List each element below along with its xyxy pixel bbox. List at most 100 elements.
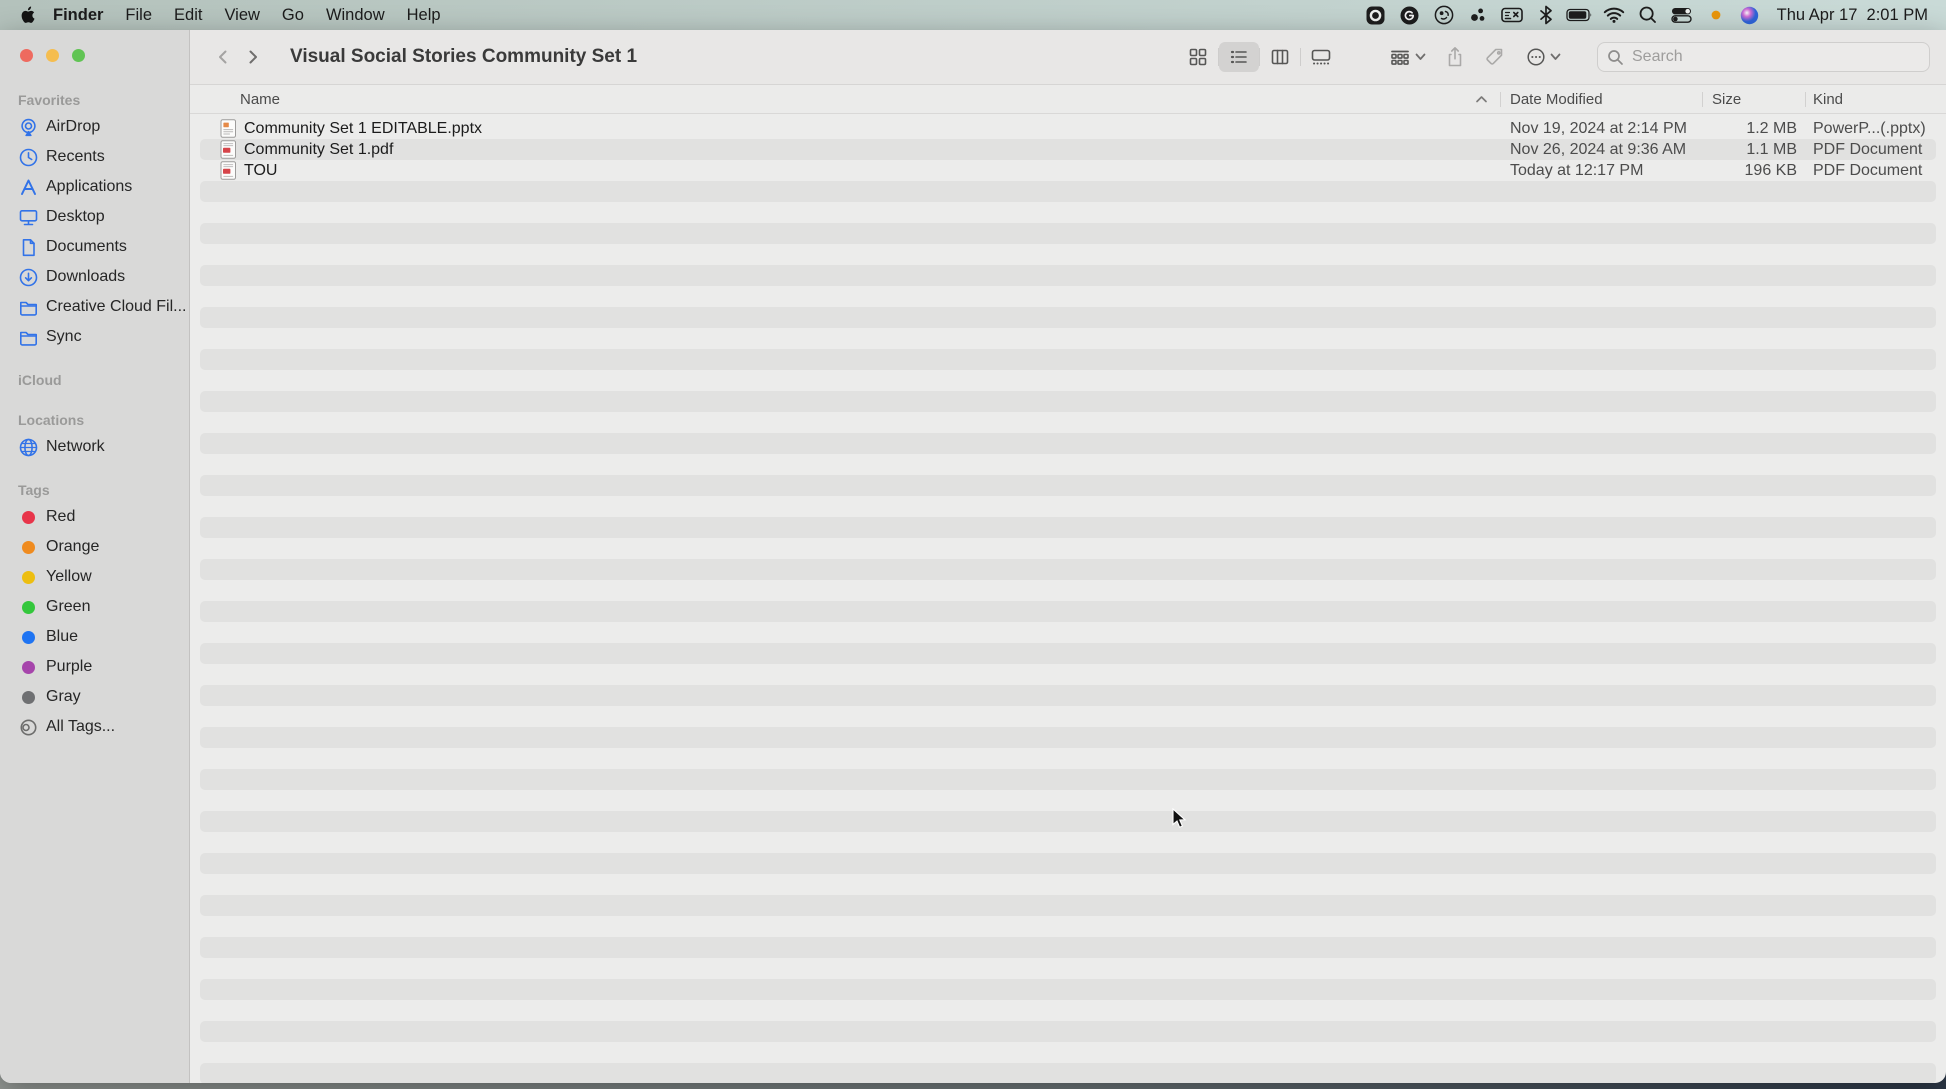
bluetooth-icon[interactable] — [1529, 0, 1563, 30]
window-title: Visual Social Stories Community Set 1 — [290, 46, 638, 67]
file-name: TOU — [244, 161, 278, 179]
file-row[interactable]: TOU Today at 12:17 PM 196 KB PDF Documen… — [200, 160, 1936, 181]
pdf-file-icon — [220, 140, 237, 159]
file-name: Community Set 1 EDITABLE.pptx — [244, 119, 483, 137]
record-stop-icon[interactable] — [1359, 0, 1393, 30]
more-button[interactable] — [1515, 42, 1571, 72]
sidebar-section: Favorites AirDrop Recents Applications D… — [0, 86, 189, 352]
sidebar-item-label: Yellow — [46, 568, 92, 585]
input-source-icon[interactable] — [1495, 0, 1529, 30]
tag-button[interactable] — [1475, 42, 1515, 72]
applications-icon — [18, 177, 39, 198]
sidebar-section: iCloud — [0, 366, 189, 392]
close-button[interactable] — [20, 49, 33, 62]
empty-row — [200, 307, 1936, 328]
zoom-button[interactable] — [72, 49, 85, 62]
menu-finder[interactable]: Finder — [42, 6, 114, 24]
sidebar-item-recents[interactable]: Recents — [0, 142, 189, 172]
sidebar-item-documents[interactable]: Documents — [0, 232, 189, 262]
column-view-button[interactable] — [1260, 42, 1300, 72]
spotlight-icon[interactable] — [1631, 0, 1665, 30]
sidebar-item-network[interactable]: Network — [0, 432, 189, 462]
network-icon — [18, 437, 39, 458]
battery-icon[interactable] — [1563, 0, 1597, 30]
column-header-label: Date Modified — [1510, 90, 1603, 108]
empty-row — [200, 874, 1936, 895]
empty-row — [200, 580, 1936, 601]
pptx-file-icon — [220, 119, 237, 138]
menu-bar-clock[interactable]: Thu Apr 17 2:01 PM — [1767, 6, 1934, 25]
grammarly-icon[interactable] — [1393, 0, 1427, 30]
menu-file[interactable]: File — [114, 6, 163, 24]
downloads-icon — [18, 267, 39, 288]
sidebar-item-label: AirDrop — [46, 118, 101, 135]
back-button[interactable] — [208, 41, 238, 73]
empty-row — [200, 958, 1936, 979]
list-view-button[interactable] — [1219, 42, 1259, 72]
column-header-kind[interactable]: Kind — [1805, 85, 1936, 113]
sidebar-item-creative-cloud-fil[interactable]: Creative Cloud Fil... — [0, 292, 189, 322]
sidebar-item-desktop[interactable]: Desktop — [0, 202, 189, 232]
share-button[interactable] — [1435, 42, 1475, 72]
search-field[interactable] — [1597, 42, 1930, 72]
sidebar-item-red[interactable]: Red — [0, 502, 189, 532]
empty-row — [200, 622, 1936, 643]
sidebar-item-green[interactable]: Green — [0, 592, 189, 622]
menu-view[interactable]: View — [213, 6, 270, 24]
sidebar-item-gray[interactable]: Gray — [0, 682, 189, 712]
minimize-button[interactable] — [46, 49, 59, 62]
column-header-size[interactable]: Size — [1702, 85, 1805, 113]
sidebar-item-purple[interactable]: Purple — [0, 652, 189, 682]
icon-view-button[interactable] — [1178, 42, 1218, 72]
column-header-label: Name — [240, 90, 281, 108]
shapes-app-icon[interactable] — [1427, 0, 1461, 30]
window-controls — [20, 49, 85, 62]
search-icon — [1607, 49, 1624, 66]
column-header-date-modified[interactable]: Date Modified — [1500, 85, 1702, 113]
empty-row — [200, 475, 1936, 496]
empty-row — [200, 664, 1936, 685]
sidebar-item-orange[interactable]: Orange — [0, 532, 189, 562]
sidebar-item-label: Desktop — [46, 208, 105, 225]
sidebar-item-airdrop[interactable]: AirDrop — [0, 112, 189, 142]
finder-window: Favorites AirDrop Recents Applications D… — [0, 30, 1946, 1083]
dots-app-icon[interactable] — [1461, 0, 1495, 30]
group-button[interactable] — [1379, 42, 1435, 72]
folder-icon — [18, 297, 39, 318]
sidebar-item-applications[interactable]: Applications — [0, 172, 189, 202]
sidebar-item-label: Documents — [46, 238, 127, 255]
forward-button[interactable] — [238, 41, 268, 73]
file-date-modified: Today at 12:17 PM — [1510, 161, 1644, 179]
sidebar-item-blue[interactable]: Blue — [0, 622, 189, 652]
sidebar-item-yellow[interactable]: Yellow — [0, 562, 189, 592]
recording-indicator-dot[interactable] — [1699, 0, 1733, 30]
sidebar-item-label: Orange — [46, 538, 100, 555]
siri-icon[interactable] — [1733, 0, 1767, 30]
wifi-icon[interactable] — [1597, 0, 1631, 30]
control-center-icon[interactable] — [1665, 0, 1699, 30]
file-row[interactable]: Community Set 1.pdf Nov 26, 2024 at 9:36… — [200, 139, 1936, 160]
sidebar-item-sync[interactable]: Sync — [0, 322, 189, 352]
file-row[interactable]: Community Set 1 EDITABLE.pptx Nov 19, 20… — [200, 118, 1936, 139]
menu-go[interactable]: Go — [271, 6, 315, 24]
gallery-view-button[interactable] — [1301, 42, 1341, 72]
chevron-down-icon — [1550, 53, 1561, 61]
sidebar: Favorites AirDrop Recents Applications D… — [0, 30, 190, 1083]
tag-color-dot — [18, 507, 39, 528]
sidebar-item-label: Blue — [46, 628, 79, 645]
sidebar-item-label: Gray — [46, 688, 81, 705]
menu-edit[interactable]: Edit — [163, 6, 213, 24]
column-header-name[interactable]: Name — [200, 85, 1500, 113]
file-kind: PDF Document — [1813, 161, 1923, 179]
sidebar-item-downloads[interactable]: Downloads — [0, 262, 189, 292]
menu-window[interactable]: Window — [315, 6, 396, 24]
sidebar-item-label: Network — [46, 438, 105, 455]
file-name-cell: TOU — [200, 161, 1500, 180]
sidebar-item-label: Green — [46, 598, 91, 615]
file-size: 1.1 MB — [1746, 140, 1797, 158]
menu-help[interactable]: Help — [396, 6, 452, 24]
sidebar-item-all-tags[interactable]: All Tags... — [0, 712, 189, 742]
apple-menu[interactable] — [12, 5, 42, 25]
tag-color-dot — [18, 567, 39, 588]
search-input[interactable] — [1630, 47, 1920, 67]
